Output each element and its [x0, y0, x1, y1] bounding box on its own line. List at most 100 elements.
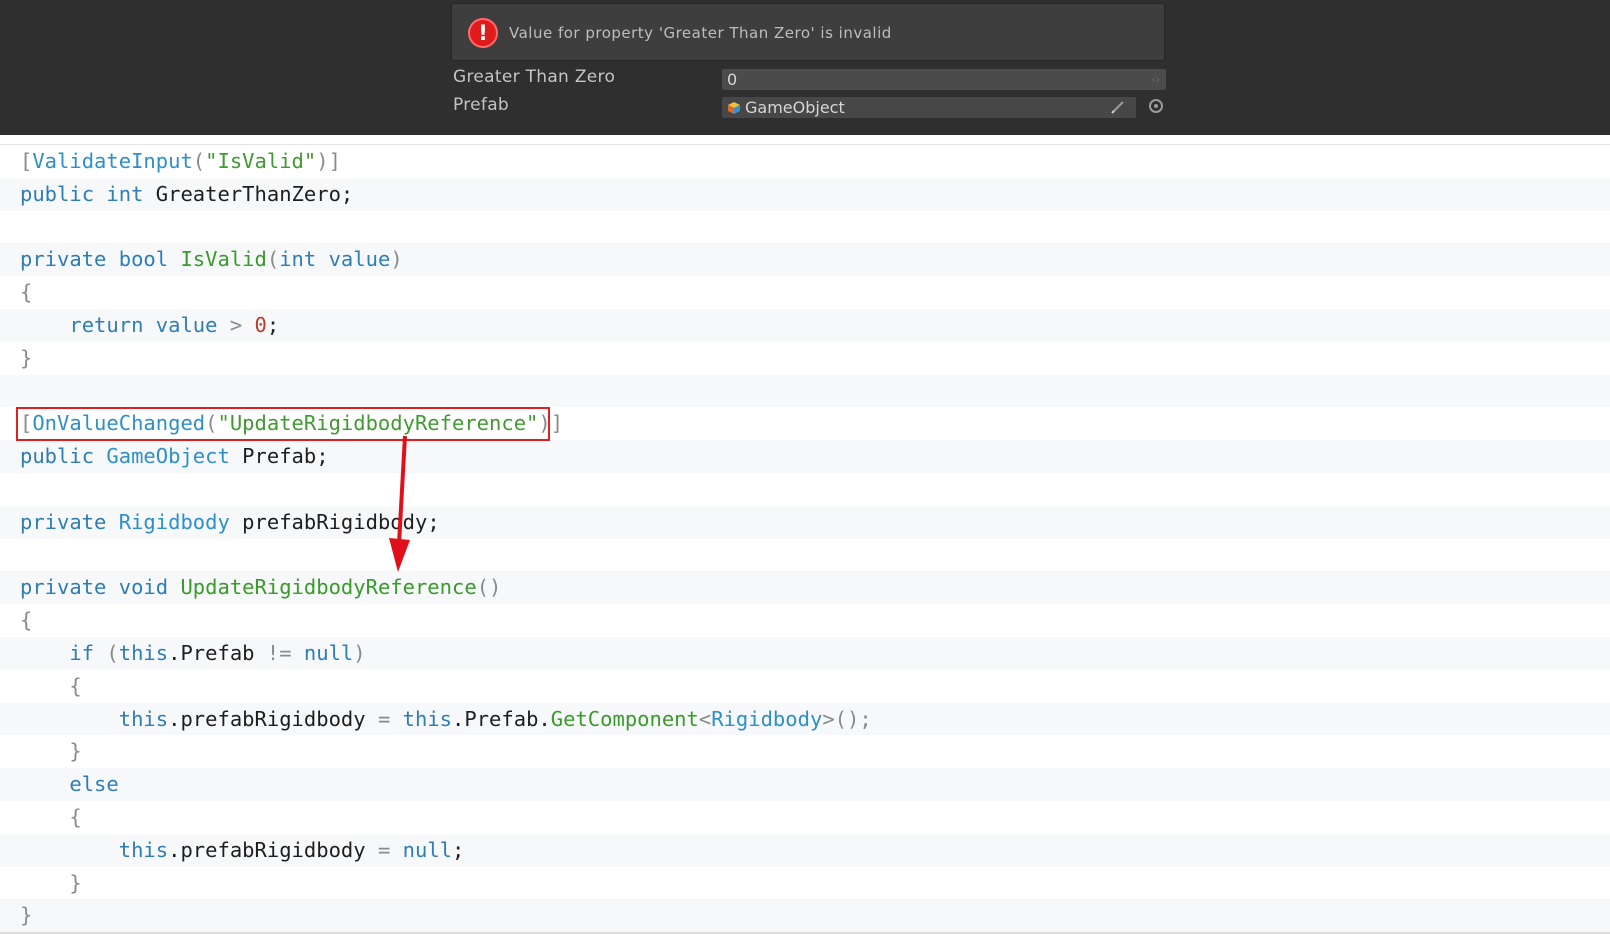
code-token: this — [118, 837, 169, 862]
code-token: IsValid — [180, 247, 267, 272]
code-token: = — [377, 706, 391, 731]
prefab-object-field[interactable]: GameObject — [722, 97, 1136, 118]
greater-than-zero-value: 0 — [727, 70, 738, 89]
greater-than-zero-field[interactable]: 0 ‹› — [722, 69, 1166, 90]
prefab-label: Prefab — [453, 95, 510, 115]
code-token: } — [20, 903, 33, 928]
inspector-panel: ! Value for property 'Greater Than Zero'… — [0, 0, 1610, 135]
error-message: Value for property 'Greater Than Zero' i… — [509, 24, 892, 42]
drag-handle-icon[interactable]: ‹› — [1151, 69, 1160, 90]
code-line: ​ — [0, 539, 1610, 572]
code-token: int — [279, 247, 317, 272]
code-token: private — [20, 509, 107, 534]
section-divider — [0, 135, 1610, 145]
code-token: >(); — [822, 706, 872, 731]
code-line: [ValidateInput("IsValid")] — [0, 145, 1610, 178]
code-token: ) — [390, 247, 403, 272]
code-token: } — [20, 345, 33, 370]
code-token: public — [20, 181, 95, 206]
code-line: this.prefabRigidbody = this.Prefab.GetCo… — [0, 702, 1610, 736]
validation-error-box: ! Value for property 'Greater Than Zero'… — [451, 3, 1165, 61]
code-line: } — [0, 899, 1610, 933]
code-line: { — [0, 276, 1610, 309]
code-token: GetComponent — [550, 706, 699, 731]
code-line: return value > 0; — [0, 308, 1610, 342]
code-token: Prefab; — [229, 444, 329, 469]
object-picker-icon[interactable] — [1149, 99, 1163, 113]
code-line: public GameObject Prefab; — [0, 440, 1610, 473]
gameobject-cube-icon — [728, 102, 740, 114]
code-token: { — [20, 280, 33, 305]
code-token: { — [20, 608, 33, 633]
code-block: [ValidateInput("IsValid")] public int Gre… — [0, 145, 1610, 933]
code-token: > — [229, 312, 243, 337]
code-token: private — [20, 575, 107, 600]
prefab-value: GameObject — [745, 98, 845, 117]
code-token: GreaterThanZero; — [143, 181, 354, 206]
code-token: UpdateRigidbodyReference — [180, 575, 477, 600]
code-line: public int GreaterThanZero; — [0, 177, 1610, 211]
code-token: value — [328, 247, 391, 272]
code-line: ​ — [0, 473, 1610, 506]
code-token: () — [476, 575, 502, 600]
code-token: ) — [353, 640, 366, 665]
code-token: Rigidbody — [118, 509, 230, 534]
code-token: Rigidbody — [711, 706, 823, 731]
code-token: < — [698, 706, 712, 731]
code-token: null — [402, 837, 453, 862]
code-token: .prefabRigidbody — [168, 837, 378, 862]
code-line: private Rigidbody prefabRigidbody; — [0, 505, 1610, 539]
code-token: .prefabRigidbody — [168, 706, 378, 731]
code-line: if (this.Prefab != null) — [0, 636, 1610, 670]
code-line: { — [0, 604, 1610, 637]
code-line: private bool IsValid(int value) — [0, 243, 1610, 277]
code-token: value — [155, 312, 218, 337]
pencil-edit-icon[interactable] — [1110, 99, 1126, 115]
greater-than-zero-label: Greater Than Zero — [453, 67, 616, 87]
code-token: 0 — [254, 312, 267, 337]
code-token: ValidateInput — [32, 149, 193, 173]
code-token: .Prefab. — [452, 706, 551, 731]
code-token: private — [20, 247, 107, 272]
code-token: { — [69, 804, 82, 829]
code-token: bool — [118, 247, 169, 272]
code-line: else — [0, 768, 1610, 801]
code-token: } — [69, 739, 82, 764]
code-token: )] — [316, 149, 341, 173]
code-line: ​ — [0, 374, 1610, 408]
code-token: null — [303, 640, 354, 665]
code-token: ( — [266, 247, 280, 272]
code-token: this — [118, 640, 169, 665]
code-token: ( — [192, 149, 206, 173]
bottom-divider — [0, 932, 1610, 934]
code-token: if — [69, 640, 95, 665]
code-token: void — [118, 575, 169, 600]
code-token: .Prefab — [168, 640, 267, 665]
code-token: this — [118, 706, 169, 731]
onvaluechanged-highlight-box — [16, 407, 550, 441]
code-token: { — [69, 673, 82, 698]
exclamation-icon: ! — [468, 18, 498, 48]
code-token: ; — [452, 837, 465, 862]
code-token: = — [377, 837, 391, 862]
code-line: this.prefabRigidbody = null; — [0, 833, 1610, 867]
